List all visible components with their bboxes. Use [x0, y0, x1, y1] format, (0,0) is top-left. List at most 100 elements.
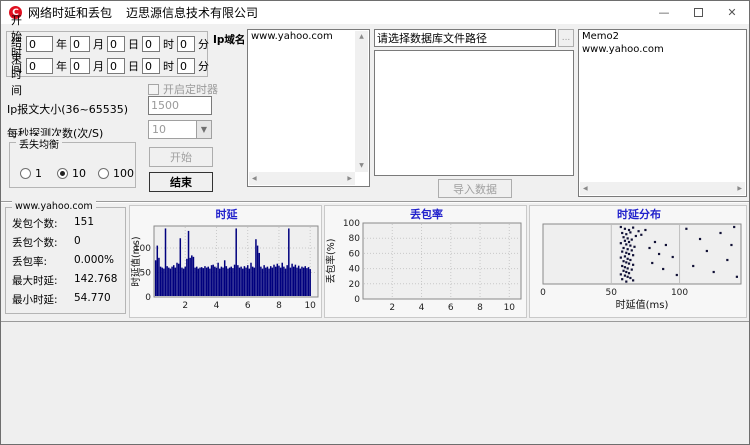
chevron-down-icon[interactable]: ▼	[196, 121, 211, 138]
start-year-field[interactable]	[26, 36, 53, 52]
chart-svg: 丢包率 0 20 40 60 80 100 2 4 6 8 10 丢包率(%)	[325, 207, 522, 313]
svg-text:50: 50	[606, 288, 618, 298]
memo-horizontal-scrollbar[interactable]: ◀ ▶	[580, 182, 745, 195]
svg-text:10: 10	[504, 303, 516, 313]
svg-text:6: 6	[448, 303, 454, 313]
list-item[interactable]: www.yahoo.com	[248, 30, 369, 43]
stat-max-delay: 最大时延: 142.768	[12, 273, 118, 287]
probe-rate-value: 10	[152, 123, 166, 136]
unit-minute2: 分	[198, 60, 209, 73]
svg-text:0: 0	[354, 295, 360, 305]
svg-text:时延值(ms): 时延值(ms)	[616, 298, 669, 311]
timer-checkbox-label: 开启定时器	[163, 83, 218, 96]
radio-icon-10[interactable]	[57, 168, 68, 179]
stats-groupbox: www.yahoo.com 发包个数: 151 丢包个数: 0 丢包率: 0.000%…	[5, 201, 126, 314]
close-icon[interactable]: ✕	[715, 1, 749, 24]
scroll-right-icon[interactable]: ▶	[344, 173, 355, 185]
db-path-field[interactable]	[374, 29, 556, 47]
svg-text:80: 80	[349, 234, 361, 244]
packet-size-label: Ip报文大小(36~65535)	[7, 103, 129, 116]
unit-hour: 时	[163, 38, 174, 51]
timer-checkbox[interactable]	[148, 84, 159, 95]
unit-year: 年	[56, 38, 67, 51]
svg-text:60: 60	[349, 249, 361, 259]
svg-text:8: 8	[477, 303, 483, 313]
scroll-up-icon[interactable]: ▲	[356, 31, 367, 43]
radio-option-10[interactable]: 10	[57, 167, 86, 180]
svg-text:10: 10	[304, 301, 316, 311]
memo-line: www.yahoo.com	[582, 44, 664, 55]
start-month-field[interactable]	[70, 36, 90, 52]
timer-checkbox-row[interactable]: 开启定时器	[148, 81, 218, 97]
radio-label-100: 100	[113, 167, 134, 180]
ip-domain-listbox[interactable]: www.yahoo.com ▲ ▼ ◀ ▶	[247, 29, 370, 187]
radio-option-1[interactable]: 1	[20, 167, 42, 180]
scroll-left-icon[interactable]: ◀	[580, 183, 591, 195]
loss-rate-chart: 丢包率 0 20 40 60 80 100 2 4 6 8 10 丢包率(%)	[324, 205, 527, 318]
end-hour-field[interactable]	[142, 58, 160, 74]
end-year-field[interactable]	[26, 58, 53, 74]
radio-option-100[interactable]: 100	[98, 167, 134, 180]
unit-month: 月	[93, 38, 104, 51]
svg-text:100: 100	[671, 288, 688, 298]
maximize-icon[interactable]	[681, 1, 715, 24]
browse-button[interactable]: ...	[558, 29, 574, 47]
unit-minute: 分	[198, 38, 209, 51]
loss-balance-caption: 丢失均衡	[16, 136, 62, 151]
start-day-field[interactable]	[107, 36, 125, 52]
radio-icon-1[interactable]	[20, 168, 31, 179]
svg-text:2: 2	[182, 301, 188, 311]
db-data-listbox[interactable]	[374, 50, 574, 176]
svg-text:丢包率(%): 丢包率(%)	[325, 239, 337, 284]
unit-day2: 日	[128, 60, 139, 73]
end-month-field[interactable]	[70, 58, 90, 74]
section-divider	[1, 201, 749, 203]
svg-text:100: 100	[343, 219, 360, 229]
chart-svg: 时延0501002 4 6 8 10时延值(ms)	[130, 207, 319, 311]
svg-text:0: 0	[540, 288, 546, 298]
probe-rate-select[interactable]: 10 ▼	[148, 120, 212, 139]
latency-chart: 时延 0 50 100 2 4 6 8 10 时延值(ms)	[129, 205, 322, 318]
svg-text:2: 2	[389, 303, 395, 313]
stat-loss-rate: 丢包率: 0.000%	[12, 254, 115, 268]
radio-icon-100[interactable]	[98, 168, 109, 179]
vertical-scrollbar[interactable]: ▲ ▼	[355, 31, 368, 172]
stat-lost: 丢包个数: 0	[12, 235, 81, 249]
import-data-button[interactable]: 导入数据	[438, 179, 512, 198]
svg-text:时延值(ms): 时延值(ms)	[130, 236, 142, 286]
end-time-row: 结束时间 年 月 日 时 分	[7, 36, 209, 97]
minimize-icon[interactable]: —	[647, 1, 681, 24]
app-window: C 网络时延和丢包 迈思源信息技术有限公司 — ✕ 开始时间 年 月 日 时 分	[0, 0, 750, 445]
svg-text:丢包率: 丢包率	[410, 207, 443, 221]
stop-button[interactable]: 结束	[149, 172, 213, 192]
svg-text:0: 0	[145, 293, 151, 303]
packet-size-field[interactable]	[148, 96, 212, 115]
start-button[interactable]: 开始	[149, 147, 213, 167]
horizontal-scrollbar[interactable]: ◀ ▶	[249, 172, 355, 185]
window-title: 网络时延和丢包	[28, 6, 113, 20]
loss-balance-groupbox: 丢失均衡 1 10 100	[9, 136, 136, 188]
stats-host: www.yahoo.com	[12, 201, 96, 212]
svg-text:40: 40	[349, 265, 361, 275]
svg-text:4: 4	[214, 301, 220, 311]
scroll-right-icon[interactable]: ▶	[734, 183, 745, 195]
start-time-row: 开始时间 年 月 日 时 分	[7, 14, 209, 75]
unit-month2: 月	[93, 60, 104, 73]
svg-text:20: 20	[349, 280, 361, 290]
title-bar: C 网络时延和丢包 迈思源信息技术有限公司 — ✕	[1, 1, 749, 24]
memo-line: Memo2	[582, 31, 620, 42]
memo-box[interactable]: Memo2 www.yahoo.com ◀ ▶	[578, 29, 747, 197]
start-hour-field[interactable]	[142, 36, 160, 52]
end-day-field[interactable]	[107, 58, 125, 74]
svg-text:时延: 时延	[216, 207, 239, 221]
unit-year2: 年	[56, 60, 67, 73]
scroll-left-icon[interactable]: ◀	[249, 173, 260, 185]
latency-distribution-chart: 时延分布 0 50 100 时延值(ms)	[529, 205, 747, 318]
end-time-label: 结束时间	[11, 36, 22, 97]
time-groupbox: 开始时间 年 月 日 时 分 结束时间 年 月 日	[6, 14, 209, 97]
start-minute-field[interactable]	[177, 36, 195, 52]
scroll-down-icon[interactable]: ▼	[356, 160, 367, 172]
window-company: 迈思源信息技术有限公司	[126, 6, 259, 20]
svg-text:时延分布: 时延分布	[617, 207, 661, 221]
end-minute-field[interactable]	[177, 58, 195, 74]
